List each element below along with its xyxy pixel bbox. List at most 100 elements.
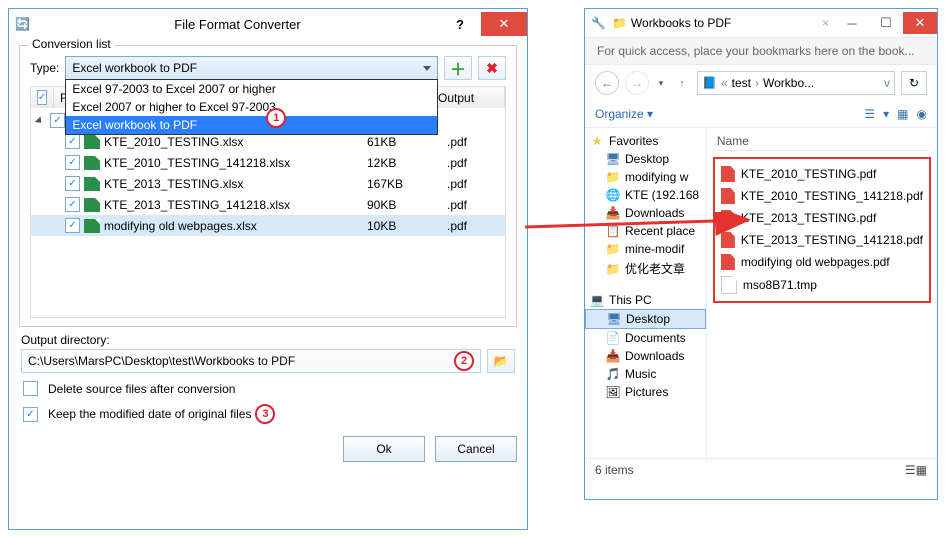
up-button[interactable]: ↑	[673, 72, 691, 94]
dropdown-option-selected[interactable]: Excel workbook to PDF 1	[66, 116, 437, 134]
table-row[interactable]: ✓ KTE_2010_TESTING_141218.xlsx 12KB .pdf	[31, 152, 505, 173]
list-item[interactable]: KTE_2010_TESTING_141218.pdf	[719, 185, 925, 207]
navbar: ← → ▾ ↑ 📘 « test › Workbo... v ↻	[585, 65, 937, 101]
folder-icon: 📁	[605, 262, 621, 276]
x-icon: ✖	[486, 60, 498, 77]
status-bar: 6 items ☰ ▦	[585, 458, 937, 481]
file-output: .pdf	[447, 198, 505, 212]
tree-item[interactable]: 📄Documents	[585, 329, 706, 347]
folder-open-icon: 📂	[494, 354, 509, 368]
tree-favorites[interactable]: ★Favorites	[585, 132, 706, 150]
file-icon	[721, 276, 737, 294]
col-name[interactable]: Name	[713, 132, 931, 151]
table-row[interactable]: ✓ KTE_2013_TESTING.xlsx 167KB .pdf	[31, 173, 505, 194]
minimize-button[interactable]: ─	[835, 12, 869, 34]
help-button[interactable]: ?	[439, 12, 481, 36]
breadcrumb[interactable]: 📘 « test › Workbo... v	[697, 71, 895, 95]
view-icon[interactable]: ☰	[864, 107, 875, 121]
browse-button[interactable]: 📂	[487, 349, 515, 373]
row-checkbox[interactable]: ✓	[65, 197, 80, 212]
list-item[interactable]: KTE_2013_TESTING_141218.pdf	[719, 229, 925, 251]
tree-item[interactable]: 🎵Music	[585, 365, 706, 383]
row-checkbox[interactable]: ✓	[65, 176, 80, 191]
ok-button[interactable]: Ok	[343, 436, 425, 462]
tree-item[interactable]: 📁优化老文章	[585, 258, 706, 279]
table-row[interactable]: ✓ KTE_2013_TESTING_141218.xlsx 90KB .pdf	[31, 194, 505, 215]
pictures-icon: 🖼	[605, 385, 621, 399]
keep-checkbox[interactable]: ✓	[23, 407, 38, 422]
thumb-view-icon[interactable]: ▦	[916, 463, 927, 477]
dropdown-option[interactable]: Excel 97-2003 to Excel 2007 or higher	[66, 80, 437, 98]
help-icon[interactable]: ◉	[917, 107, 927, 121]
tab-close-icon[interactable]: ×	[822, 16, 829, 30]
dropdown-list: Excel 97-2003 to Excel 2007 or higher Ex…	[65, 79, 438, 135]
back-button[interactable]: ←	[595, 71, 619, 95]
badge-3: 3	[255, 404, 275, 424]
tree-item-selected[interactable]: 🖥Desktop	[585, 309, 706, 329]
details-view-icon[interactable]: ☰	[905, 463, 916, 477]
tree-item[interactable]: 📥Downloads	[585, 204, 706, 222]
list-item[interactable]: modifying old webpages.pdf	[719, 251, 925, 273]
wrench-icon[interactable]: 🔧	[591, 16, 606, 30]
cancel-button[interactable]: Cancel	[435, 436, 517, 462]
row-checkbox[interactable]: ✓	[65, 218, 80, 233]
close-button[interactable]: ✕	[481, 12, 527, 36]
file-size: 10KB	[367, 219, 447, 233]
organize-menu[interactable]: Organize ▾	[595, 107, 653, 121]
pdf-icon	[721, 254, 735, 270]
tree-item[interactable]: 🌐KTE (192.168	[585, 186, 706, 204]
keep-label: Keep the modified date of original files	[48, 407, 251, 421]
tree-item[interactable]: 📁mine-modif	[585, 240, 706, 258]
remove-button[interactable]: ✖	[478, 56, 506, 80]
file-size: 90KB	[367, 198, 447, 212]
tree-item[interactable]: 🖼Pictures	[585, 383, 706, 401]
table-row[interactable]: ✓ modifying old webpages.xlsx 10KB .pdf	[31, 215, 505, 236]
forward-button[interactable]: →	[625, 71, 649, 95]
desktop-icon: 🖥	[605, 152, 621, 166]
music-icon: 🎵	[605, 367, 621, 381]
file-size: 61KB	[367, 135, 447, 149]
file-name: KTE_2013_TESTING_141218.xlsx	[104, 198, 367, 212]
file-output: .pdf	[447, 135, 505, 149]
dropdown-option[interactable]: Excel 2007 or higher to Excel 97-2003	[66, 98, 437, 116]
file-output: .pdf	[447, 156, 505, 170]
file-output: .pdf	[447, 219, 505, 233]
preview-icon[interactable]: ▦	[897, 107, 908, 121]
type-label: Type:	[30, 61, 59, 75]
expand-icon[interactable]	[35, 116, 44, 125]
downloads-icon: 📥	[605, 206, 621, 220]
row-checkbox[interactable]: ✓	[65, 134, 80, 149]
tab-title[interactable]: Workbooks to PDF	[631, 16, 822, 30]
row-checkbox[interactable]: ✓	[65, 155, 80, 170]
tree-item[interactable]: 📥Downloads	[585, 347, 706, 365]
delete-checkbox[interactable]: ✓	[23, 381, 38, 396]
add-button[interactable]: ＋	[444, 56, 472, 80]
toolbar: Organize ▾ ☰ ▾ ▦ ◉	[585, 101, 937, 128]
pdf-icon	[721, 188, 735, 204]
list-item[interactable]: mso8B71.tmp	[719, 273, 925, 297]
window-title: File Format Converter	[36, 17, 439, 32]
file-name: KTE_2013_TESTING.xlsx	[104, 177, 367, 191]
documents-icon: 📄	[605, 331, 621, 345]
view-dropdown-icon[interactable]: ▾	[883, 107, 889, 121]
header-checkbox[interactable]: ✓	[37, 90, 47, 105]
file-output: .pdf	[447, 177, 505, 191]
excel-icon	[84, 198, 100, 212]
delete-label: Delete source files after conversion	[48, 382, 235, 396]
tree-item[interactable]: 📋Recent place	[585, 222, 706, 240]
maximize-button[interactable]: ☐	[869, 12, 903, 34]
excel-icon	[84, 156, 100, 170]
close-button[interactable]: ✕	[903, 12, 937, 34]
type-dropdown[interactable]: Excel workbook to PDF Excel 97-2003 to E…	[65, 56, 438, 80]
list-item[interactable]: KTE_2010_TESTING.pdf	[719, 163, 925, 185]
list-item[interactable]: KTE_2013_TESTING.pdf	[719, 207, 925, 229]
tree-thispc[interactable]: 💻This PC	[585, 291, 706, 309]
refresh-button[interactable]: ↻	[901, 71, 927, 95]
row-checkbox[interactable]: ✓	[50, 113, 65, 128]
file-list-pane: Name KTE_2010_TESTING.pdfKTE_2010_TESTIN…	[707, 128, 937, 458]
pdf-icon	[721, 166, 735, 182]
output-dir-input[interactable]: C:\Users\MarsPC\Desktop\test\Workbooks t…	[21, 349, 481, 373]
tree-item[interactable]: 🖥Desktop	[585, 150, 706, 168]
history-dropdown[interactable]: ▾	[655, 72, 667, 94]
tree-item[interactable]: 📁modifying w	[585, 168, 706, 186]
